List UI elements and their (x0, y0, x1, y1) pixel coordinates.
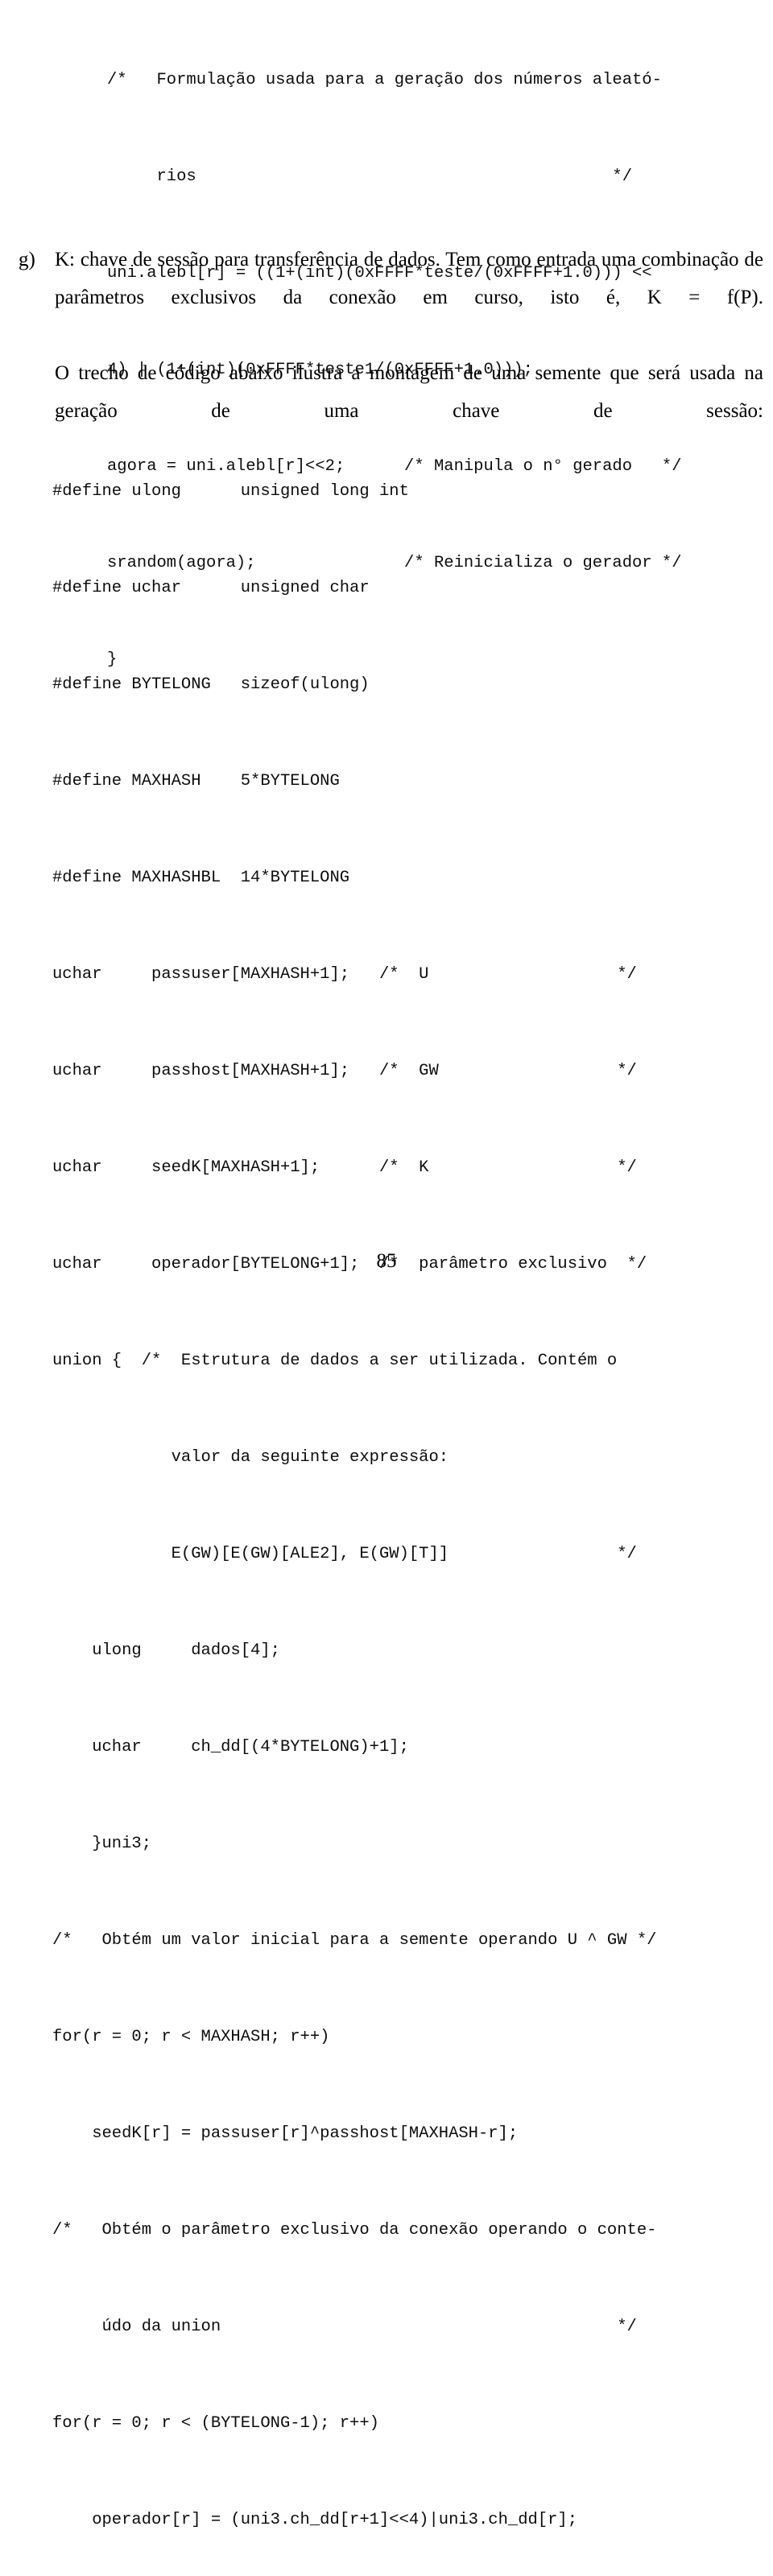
code-line: #define MAXHASHBL 14*BYTELONG (52, 869, 350, 887)
paragraph: K: chave de sessão para transferência de… (55, 249, 763, 308)
code-line: }uni3; (52, 1835, 152, 1853)
code-line: valor da seguinte expressão: (52, 1448, 449, 1467)
code-line: operador[r] = (uni3.ch_dd[r+1]<<4)|uni3.… (52, 2511, 578, 2529)
code-line: #define ulong unsigned long int (52, 482, 409, 501)
document-page: /* Formulação usada para a geração dos n… (0, 0, 773, 2529)
code-line: uchar seedK[MAXHASH+1]; /* K */ (52, 1158, 637, 1177)
code-line: #define MAXHASH 5*BYTELONG (52, 772, 340, 791)
code-block-main: #define ulong unsigned long int #define … (52, 411, 769, 2576)
code-line: union { /* Estrutura de dados a ser util… (52, 1352, 618, 1370)
code-line: uchar ch_dd[(4*BYTELONG)+1]; (52, 1738, 409, 1757)
page-number: 85 (376, 1250, 397, 1272)
list-marker: g) (19, 249, 35, 270)
code-line: uchar passhost[MAXHASH+1]; /* GW */ (52, 1062, 637, 1080)
code-line: E(GW)[E(GW)[ALE2], E(GW)[T]] */ (52, 1545, 637, 1563)
code-line: rios */ (107, 167, 633, 186)
code-line: #define BYTELONG sizeof(ulong) (52, 675, 370, 694)
code-line: for(r = 0; r < (BYTELONG-1); r++) (52, 2414, 379, 2433)
code-line: seedK[r] = passuser[r]^passhost[MAXHASH-… (52, 2124, 519, 2143)
code-line: /* Formulação usada para a geração dos n… (107, 71, 662, 89)
code-line: /* Obtém o parâmetro exclusivo da conexã… (52, 2221, 657, 2240)
code-line: uchar passuser[MAXHASH+1]; /* U */ (52, 965, 637, 984)
code-line: ulong dados[4]; (52, 1641, 280, 1660)
code-line: /* Obtém um valor inicial para a semente… (52, 1931, 657, 1950)
code-line: for(r = 0; r < MAXHASH; r++) (52, 2028, 330, 2046)
code-line: údo da union */ (52, 2318, 637, 2336)
code-line: #define uchar unsigned char (52, 579, 370, 597)
